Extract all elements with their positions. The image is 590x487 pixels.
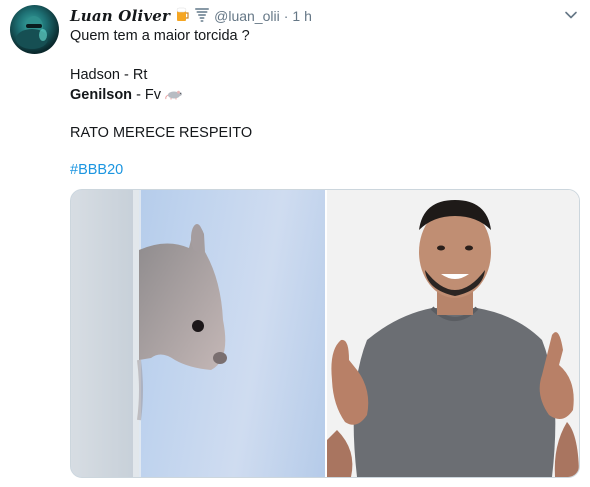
man-grey-shirt-thumbs-photo[interactable] [327,190,579,477]
separator-dot: · [283,8,289,24]
chevron-down-icon[interactable] [564,8,578,22]
media-grid[interactable] [70,189,580,478]
tweet-card[interactable]: Luan Oliver @luan_olii · 1 h Quem tem a … [0,0,590,487]
avatar[interactable] [10,5,59,54]
tweet-text-line1: Quem tem a maior torcida ? [70,28,250,44]
timestamp[interactable]: 1 h [292,8,311,24]
bold-name: Genilson [70,87,133,103]
tweet-header: Luan Oliver @luan_olii · 1 h [70,6,312,26]
hashtag-link[interactable]: #BBB20 [70,160,123,180]
beer-glass-icon [174,6,190,27]
tweet-text-line4: RATO MERECE RESPEITO [70,125,253,141]
rat-icon [165,87,183,103]
vote-label: - Fv [132,87,166,103]
tornado-icon [194,6,210,27]
rat-peeking-photo[interactable] [71,190,327,477]
display-name[interactable]: Luan Oliver [70,7,170,25]
user-handle[interactable]: @luan_olii [214,8,280,24]
tweet-text-line3: Genilson - Fv [70,85,183,105]
tweet-text-line2: Hadson - Rt [70,67,148,83]
